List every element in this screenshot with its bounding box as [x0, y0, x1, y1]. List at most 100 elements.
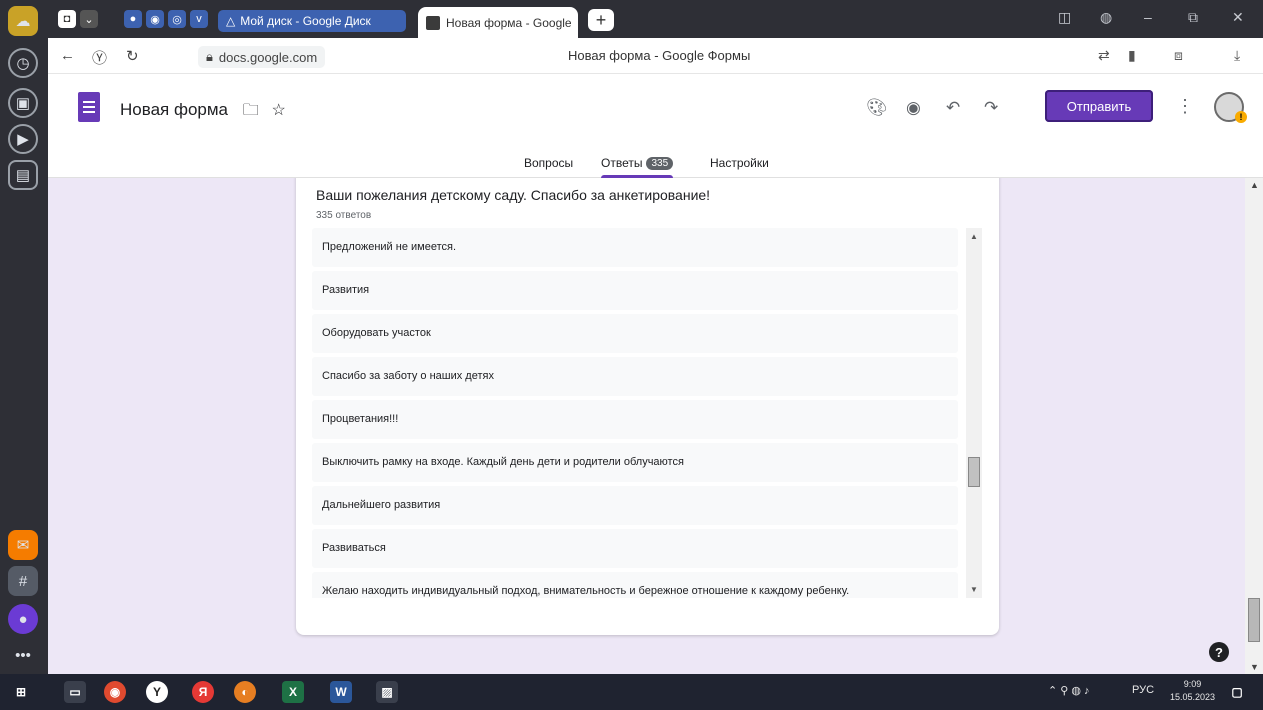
mail-icon[interactable]: ✉ — [8, 530, 38, 560]
history-icon[interactable]: ◷ — [8, 48, 38, 78]
help-icon[interactable]: ? — [1209, 642, 1229, 662]
play-icon[interactable]: ▶ — [8, 124, 38, 154]
tab-label: Новая форма - Google — [446, 15, 572, 30]
scroll-down-icon[interactable]: ▼ — [1250, 662, 1259, 672]
notifications-icon[interactable]: ▢ — [1226, 681, 1248, 703]
form-title-text: Новая форма — [120, 100, 228, 119]
close-window-icon[interactable]: ✕ — [1232, 9, 1244, 26]
reload-icon[interactable]: ↻ — [126, 47, 139, 65]
sidebar-more-icon[interactable]: ••• — [8, 640, 38, 670]
page-title: Новая форма - Google Формы — [568, 48, 751, 63]
clock-date: 15.05.2023 — [1170, 692, 1216, 702]
tab-new-form[interactable]: Новая форма - Google ✕ — [418, 7, 578, 38]
scroll-thumb[interactable] — [968, 457, 980, 487]
undo-icon[interactable]: ↶ — [946, 98, 960, 118]
windows-start-icon[interactable]: ⊞ — [10, 681, 32, 703]
question-title: Ваши пожелания детскому саду. Спасибо за… — [316, 187, 711, 203]
list-item: Процветания!!! — [312, 400, 958, 439]
account-avatar[interactable] — [1214, 92, 1247, 123]
response-count: 335 ответов — [316, 210, 372, 221]
answers-list[interactable]: Предложений не имеется. Развития Оборудо… — [312, 228, 958, 598]
scroll-down-icon[interactable]: ▼ — [970, 585, 978, 594]
answers-scrollbar[interactable]: ▲ ▼ — [966, 228, 982, 598]
tabs-list-icon[interactable]: ◫ — [1058, 9, 1071, 26]
send-button[interactable]: Отправить — [1045, 90, 1153, 122]
tab-group-icon[interactable]: ◘ — [58, 10, 76, 28]
back-icon[interactable]: ← — [60, 47, 75, 64]
clock[interactable]: 9:09 15.05.2023 — [1170, 678, 1215, 704]
google-forms-logo-icon[interactable] — [78, 92, 100, 122]
list-item: Развиваться — [312, 529, 958, 568]
list-item: Предложений не имеется. — [312, 228, 958, 267]
forms-favicon-icon — [426, 15, 440, 30]
star-icon[interactable]: ☆ — [271, 102, 285, 119]
tray-icons[interactable]: ⌃ ⚲ ◍ ♪ — [1048, 684, 1090, 697]
tab-label: Настройки — [710, 156, 769, 170]
restore-icon[interactable]: ⧉ — [1188, 9, 1198, 26]
tab-google-drive[interactable]: △ Мой диск - Google Диск — [218, 10, 406, 32]
input-language[interactable]: РУС — [1132, 684, 1154, 696]
question-summary-card: Ваши пожелания детскому саду. Спасибо за… — [296, 178, 999, 635]
pinned-tab-icon[interactable]: ◎ — [168, 10, 186, 28]
tab-label: Мой диск - Google Диск — [240, 14, 371, 28]
pinned-tab-icon[interactable]: ◉ — [146, 10, 164, 28]
folder-icon[interactable]: 🗀 — [243, 102, 259, 119]
pinned-tab-icon[interactable]: ● — [124, 10, 142, 28]
scroll-up-icon[interactable]: ▲ — [970, 232, 978, 241]
redo-icon[interactable]: ↷ — [984, 98, 998, 118]
tab-questions[interactable]: Вопросы — [524, 156, 573, 170]
chrome-icon[interactable]: ◉ — [104, 681, 126, 703]
grid-icon[interactable]: # — [8, 566, 38, 596]
scroll-thumb[interactable] — [1248, 598, 1260, 642]
file-explorer-icon[interactable]: ▭ — [64, 681, 86, 703]
download-icon[interactable]: ⤓ — [1234, 47, 1240, 64]
responses-count-badge: 335 — [646, 156, 674, 170]
palette-icon[interactable]: 🎨︎ — [866, 98, 888, 118]
form-title[interactable]: Новая форма 🗀 ☆ — [120, 99, 286, 126]
extensions-icon[interactable]: ⧈ — [1174, 47, 1183, 64]
bookmark-icon[interactable]: ▮ — [1128, 47, 1136, 64]
url-field[interactable]: 🔒︎ docs.google.com — [198, 46, 326, 68]
url-text: docs.google.com — [218, 49, 318, 65]
app-icon[interactable]: ◐ — [234, 681, 256, 703]
profile-icon[interactable]: ◍ — [1100, 9, 1112, 26]
list-item: Выключить рамку на входе. Каждый день де… — [312, 443, 958, 482]
translate-icon[interactable]: ⇄ — [1098, 47, 1110, 64]
tab-strip: ◘ ⌄ ● ◉ ◎ v △ Мой диск - Google Диск Нов… — [48, 0, 1263, 38]
preview-eye-icon[interactable]: ◉ — [906, 98, 921, 118]
clock-time: 9:09 — [1183, 679, 1202, 689]
tab-label: Ответы — [601, 156, 643, 170]
scroll-up-icon[interactable]: ▲ — [1250, 180, 1259, 190]
excel-icon[interactable]: X — [282, 681, 304, 703]
tab-menu-icon[interactable]: ⌄ — [80, 10, 98, 28]
yandex-browser-icon[interactable]: Y — [146, 681, 168, 703]
word-icon[interactable]: W — [330, 681, 352, 703]
form-tabs: Вопросы Ответы 335 Настройки — [48, 150, 1263, 178]
tab-responses[interactable]: Ответы 335 — [601, 156, 674, 178]
forms-header: Новая форма 🗀 ☆ 🎨︎ ◉ ↶ ↷ Отправить ⋮ Воп… — [48, 74, 1263, 178]
responses-area: Ваши пожелания детскому саду. Спасибо за… — [48, 178, 1263, 674]
yandex-logo-icon[interactable]: ☁ — [8, 6, 38, 36]
windows-taskbar: ⊞ ▭ ◉ Y Я ◐ X W ▨ ⌃ ⚲ ◍ ♪ РУС 9:09 15.05… — [0, 674, 1263, 710]
list-item: Желаю находить индивидуальный подход, вн… — [312, 572, 958, 598]
tab-label: Вопросы — [524, 156, 574, 170]
yandex-icon[interactable]: Я — [192, 681, 214, 703]
collections-icon[interactable]: ▣ — [8, 88, 38, 118]
list-item: Оборудовать участок — [312, 314, 958, 353]
alice-icon[interactable]: ● — [8, 604, 38, 634]
minimize-icon[interactable]: – — [1144, 9, 1152, 25]
list-item: Спасибо за заботу о наших детях — [312, 357, 958, 396]
more-options-icon[interactable]: ⋮ — [1176, 96, 1194, 117]
browser-sidebar: ☁ ◷ ▣ ▶ ▤ ✉ # ● ••• — [0, 0, 48, 674]
list-item: Дальнейшего развития — [312, 486, 958, 525]
page-scrollbar[interactable]: ▲ ▼ — [1245, 178, 1263, 674]
image-viewer-icon[interactable]: ▨ — [376, 681, 398, 703]
vk-icon[interactable]: v — [190, 10, 208, 28]
google-drive-icon: △ — [226, 14, 236, 28]
yandex-icon[interactable]: Ⓨ — [92, 47, 107, 68]
list-item: Развития — [312, 271, 958, 310]
notes-icon[interactable]: ▤ — [8, 160, 38, 190]
tab-settings[interactable]: Настройки — [710, 156, 769, 170]
address-bar: ← Ⓨ ↻ 🔒︎ docs.google.com Новая форма - G… — [48, 38, 1263, 74]
new-tab-button[interactable]: + — [588, 9, 614, 31]
